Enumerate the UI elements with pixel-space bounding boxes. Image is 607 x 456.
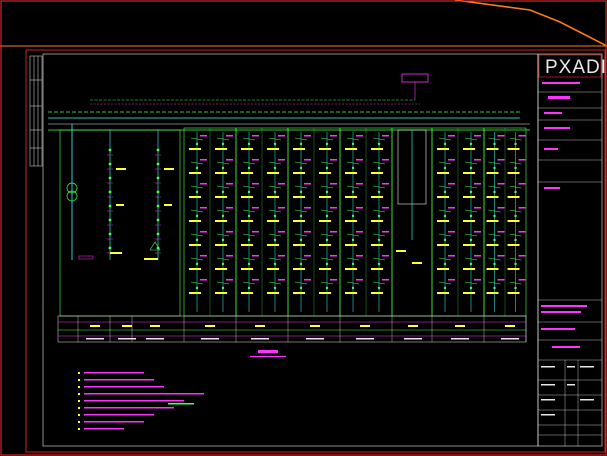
cad-drawing-viewer[interactable]: PXADI <box>0 0 607 456</box>
panel-schedule-table <box>57 315 527 343</box>
sheet-border <box>25 49 606 453</box>
breaker-symbol <box>107 130 126 260</box>
title-block <box>537 53 603 447</box>
top-busbars <box>48 73 530 131</box>
incoming-section <box>59 124 181 317</box>
feeder-panel <box>483 127 527 317</box>
feeder-panel <box>235 127 289 317</box>
notes-heading <box>250 350 286 357</box>
feeder-panel <box>431 127 485 317</box>
feeder-panel <box>183 127 237 317</box>
feeder-panel <box>339 127 393 317</box>
feeder-panel <box>287 127 341 317</box>
reference-curve <box>454 0 607 47</box>
feeder-panel <box>391 127 433 317</box>
switchgear-panels <box>59 124 527 317</box>
binding-strip <box>29 55 43 167</box>
company-logo: PXADI <box>545 57 607 78</box>
breaker-symbol <box>155 130 174 260</box>
notes-list <box>78 372 204 430</box>
drawing-canvas: PXADI <box>0 0 607 456</box>
